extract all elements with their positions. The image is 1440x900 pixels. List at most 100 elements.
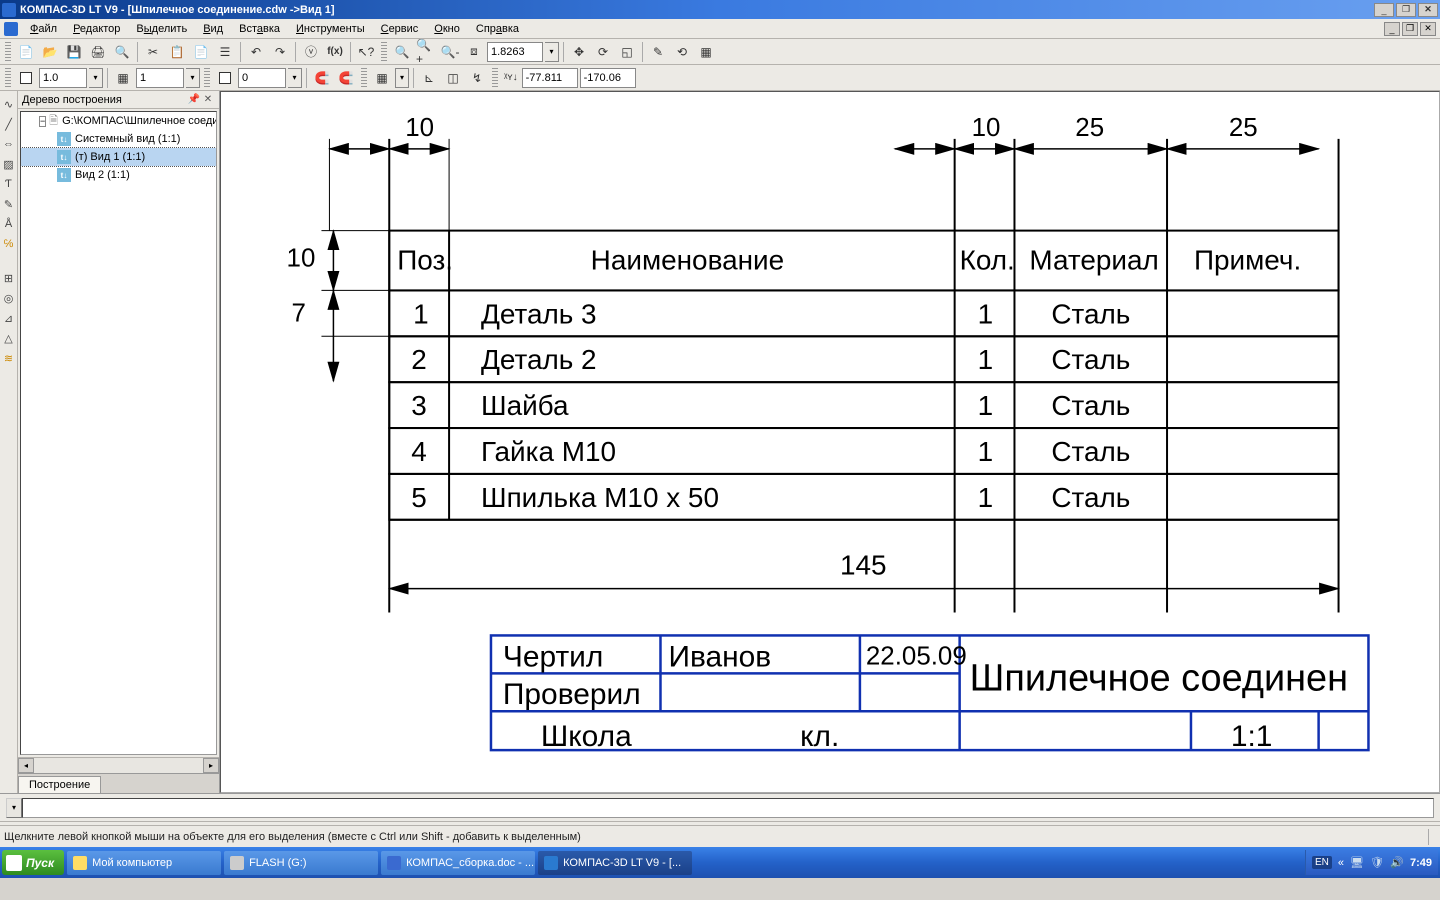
doc-minimize-button[interactable]: _ [1384, 22, 1400, 36]
scroll-right-icon[interactable]: ▸ [203, 758, 219, 773]
tab-build[interactable]: Построение [18, 776, 101, 793]
tray-icon-2[interactable]: 🛡 [1370, 856, 1384, 870]
toolbar-handle-6[interactable] [492, 68, 498, 88]
tool-lib-icon[interactable]: △ [1, 329, 17, 347]
ortho-button[interactable]: ⊾ [418, 67, 440, 89]
tray-arrows[interactable]: « [1338, 857, 1344, 869]
tree-item-view1[interactable]: t↓ (т) Вид 1 (1:1) [21, 148, 216, 166]
tree-body[interactable]: − 🗎 G:\КОМПАС\Шпилечное соединен t↓ Сист… [20, 111, 217, 755]
tree-item-view2[interactable]: t↓ Вид 2 (1:1) [21, 166, 216, 184]
zoom-window-button[interactable]: ⧈ [463, 41, 485, 63]
zoom-prev-button[interactable]: ◱ [616, 41, 638, 63]
menu-select[interactable]: Выделить [128, 21, 195, 37]
print-button[interactable]: 🖨 [87, 41, 109, 63]
menu-insert[interactable]: Вставка [231, 21, 288, 37]
menu-tools[interactable]: Инструменты [288, 21, 373, 37]
task-kompas[interactable]: КОМПАС-3D LT V9 - [... [538, 851, 692, 875]
magnet-on-button[interactable]: 🧲 [311, 67, 333, 89]
coord-y-input[interactable] [580, 68, 636, 88]
clock[interactable]: 7:49 [1410, 857, 1432, 869]
menu-service[interactable]: Сервис [373, 21, 427, 37]
geom-edit-icon[interactable]: ✎ [1, 195, 17, 213]
props-button[interactable]: ☰ [214, 41, 236, 63]
restore-button[interactable]: ❐ [1396, 3, 1416, 17]
linestyle-input-right[interactable] [238, 68, 286, 88]
grid-button[interactable]: ▦ [371, 67, 393, 89]
tool-sys-icon[interactable]: ◎ [1, 289, 17, 307]
zoom-out-button[interactable]: 🔍- [439, 41, 461, 63]
paste-button[interactable]: 📄 [190, 41, 212, 63]
scroll-left-icon[interactable]: ◂ [18, 758, 34, 773]
zoom-dropdown[interactable] [545, 42, 559, 62]
copy-button[interactable]: 📋 [166, 41, 188, 63]
tree-item-sysview[interactable]: t↓ Системный вид (1:1) [21, 130, 216, 148]
panel-close-icon[interactable]: ✕ [201, 93, 215, 107]
zoom-in-button[interactable]: 🔍+ [415, 41, 437, 63]
localcs-button[interactable]: ↯ [466, 67, 488, 89]
pin-icon[interactable]: 📌 [187, 93, 201, 107]
geom-text-icon[interactable]: Ƭ [1, 175, 17, 193]
grid-dropdown[interactable] [395, 68, 409, 88]
redraw-button[interactable]: ✎ [647, 41, 669, 63]
toolbar-handle-2[interactable] [381, 42, 387, 62]
layer-button[interactable]: ▦ [112, 67, 134, 89]
task-word[interactable]: КОМПАС_сборка.doc - ... [381, 851, 535, 875]
tool-params-icon[interactable]: ⊿ [1, 309, 17, 327]
linestyle-right-dropdown[interactable] [288, 68, 302, 88]
layer-input[interactable] [136, 68, 184, 88]
tree-hscroll[interactable]: ◂ ▸ [18, 757, 219, 773]
open-button[interactable]: 📂 [39, 41, 61, 63]
new-button[interactable]: 📄 [15, 41, 37, 63]
tb-extra-button[interactable]: ▦ [695, 41, 717, 63]
geom-point-icon[interactable]: ∿ [1, 95, 17, 113]
geom-line-icon[interactable]: ╱ [1, 115, 17, 133]
minimize-button[interactable]: _ [1374, 3, 1394, 17]
close-button[interactable]: ✕ [1418, 3, 1438, 17]
menu-view[interactable]: Вид [195, 21, 231, 37]
rotate-button[interactable]: ⟳ [592, 41, 614, 63]
linestyle-input-left[interactable] [39, 68, 87, 88]
snap-button[interactable]: ◫ [442, 67, 464, 89]
menu-edit[interactable]: Редактор [65, 21, 128, 37]
toolbar-handle-5[interactable] [361, 68, 367, 88]
style-color-button[interactable] [15, 67, 37, 89]
drawing-canvas[interactable]: 10 10 25 25 10 7 [220, 91, 1440, 793]
vars-button[interactable]: ⓥ [300, 41, 322, 63]
toolbar-handle-4[interactable] [204, 68, 210, 88]
preview-button[interactable]: 🔍 [111, 41, 133, 63]
tray-icon-3[interactable]: 🔊 [1390, 856, 1404, 870]
doc-restore-button[interactable]: ❐ [1402, 22, 1418, 36]
language-indicator[interactable]: EN [1312, 856, 1332, 869]
redo-button[interactable]: ↷ [269, 41, 291, 63]
zoom-input[interactable] [487, 42, 543, 62]
help-context-button[interactable]: ↖? [355, 41, 377, 63]
task-mycomputer[interactable]: Мой компьютер [67, 851, 221, 875]
start-button[interactable]: Пуск [2, 850, 64, 875]
menu-help[interactable]: Справка [468, 21, 527, 37]
toolbar-handle[interactable] [5, 42, 11, 62]
tool-spec-icon[interactable]: ≋ [1, 349, 17, 367]
undo-button[interactable]: ↶ [245, 41, 267, 63]
task-flash[interactable]: FLASH (G:) [224, 851, 378, 875]
tray-icon-1[interactable]: 🖥 [1350, 856, 1364, 870]
linestyle-left-dropdown[interactable] [89, 68, 103, 88]
command-input[interactable] [22, 798, 1434, 818]
collapse-icon[interactable]: − [39, 116, 46, 127]
cut-button[interactable]: ✂ [142, 41, 164, 63]
refresh-button[interactable]: ⟲ [671, 41, 693, 63]
doc-close-button[interactable]: ✕ [1420, 22, 1436, 36]
coord-x-input[interactable] [522, 68, 578, 88]
save-button[interactable]: 💾 [63, 41, 85, 63]
toolbar-handle-3[interactable] [5, 68, 11, 88]
geom-hatch-icon[interactable]: ▨ [1, 155, 17, 173]
magnet-off-button[interactable]: 🧲 [335, 67, 357, 89]
tree-root[interactable]: − 🗎 G:\КОМПАС\Шпилечное соединен [21, 112, 216, 130]
menu-window[interactable]: Окно [426, 21, 468, 37]
scroll-track[interactable] [34, 758, 203, 773]
menu-file[interactable]: Файл [22, 21, 65, 37]
fx-button[interactable]: f(x) [324, 41, 346, 63]
geom-dim-icon[interactable]: ⇔ [1, 135, 17, 153]
pan-button[interactable]: ✥ [568, 41, 590, 63]
zoom-fit-button[interactable]: 🔍 [391, 41, 413, 63]
geom-scale-icon[interactable]: ℅ [1, 235, 17, 253]
